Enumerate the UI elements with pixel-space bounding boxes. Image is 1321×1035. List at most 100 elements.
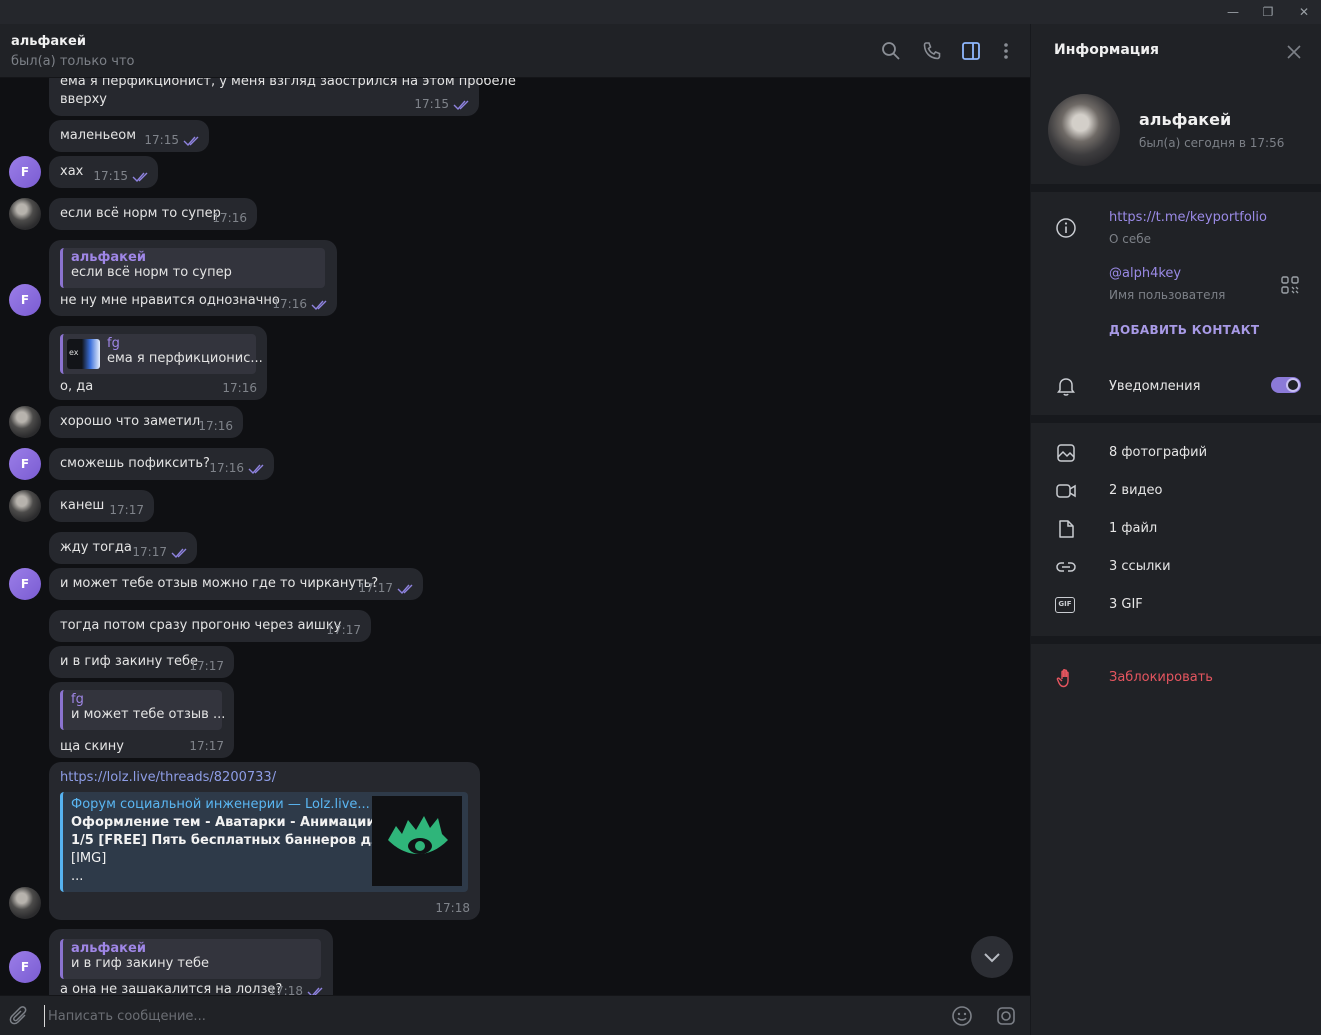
sidebar-toggle-icon[interactable] (960, 40, 982, 62)
message-text: маленьеом (60, 128, 137, 143)
avatar[interactable] (9, 490, 41, 522)
message-bubble[interactable]: https://lolz.live/threads/8200733/ Форум… (49, 762, 480, 920)
profile-avatar[interactable] (1048, 94, 1120, 166)
read-check-icon (171, 548, 187, 559)
divider (1031, 415, 1321, 423)
chat-title[interactable]: альфакей (11, 34, 86, 49)
message-text: а она не зашакалится на лолзе? (60, 982, 283, 995)
message-time: 17:18 (435, 901, 470, 915)
lolz-logo-icon (388, 816, 448, 854)
message-text: сможешь пофиксить? (60, 456, 210, 471)
avatar[interactable]: F (9, 448, 41, 480)
quote-author: альфакей (71, 250, 146, 265)
minimize-button[interactable]: — (1216, 0, 1250, 24)
message-bubble[interactable]: ема я перфикционист, у меня взгляд заост… (49, 78, 516, 116)
quote-text: если всё норм то супер (71, 265, 232, 280)
reply-quote[interactable]: fg и может тебе отзыв ... (60, 690, 225, 730)
message-time: 17:15 (93, 169, 128, 183)
message-text: жду тогда (60, 540, 132, 555)
media-files[interactable]: 1 файл (1109, 521, 1157, 536)
reply-quote[interactable]: альфакей если всё норм то супер (60, 248, 325, 288)
link-icon (1056, 562, 1076, 572)
message-time: 17:17 (189, 659, 224, 673)
close-icon[interactable] (1284, 42, 1304, 62)
message-bubble[interactable]: хорошо что заметил 17:16 (49, 406, 243, 438)
message-bubble[interactable]: сможешь пофиксить? 17:16 (49, 448, 274, 480)
profile-name: альфакей (1139, 110, 1232, 129)
message-time: 17:15 (414, 97, 449, 111)
quote-author: альфакей (71, 941, 146, 956)
qr-code-icon[interactable] (1281, 276, 1299, 294)
paperclip-icon[interactable] (8, 1005, 30, 1027)
message-time: 17:17 (358, 581, 393, 595)
notifications-toggle[interactable] (1271, 377, 1301, 393)
message-time: 17:16 (198, 419, 233, 433)
message-bubble[interactable]: канеш 17:17 (49, 490, 154, 522)
maximize-button[interactable]: ❐ (1251, 0, 1285, 24)
message-input[interactable] (44, 1005, 924, 1027)
message-link[interactable]: https://lolz.live/threads/8200733/ (60, 770, 276, 785)
bio-link[interactable]: https://t.me/keyportfolio (1109, 210, 1267, 225)
video-icon (1056, 484, 1076, 498)
message-list[interactable]: ема я перфикционист, у меня взгляд заост… (0, 78, 1030, 995)
scroll-down-button[interactable] (971, 936, 1013, 978)
message-bubble[interactable]: fg и может тебе отзыв ... ща скину 17:17 (49, 682, 234, 758)
message-time: 17:17 (326, 623, 361, 637)
media-links[interactable]: 3 ссылки (1109, 559, 1171, 574)
quote-text: ема я перфикционис... (107, 351, 263, 366)
hand-block-icon (1056, 669, 1069, 688)
message-text: вверху (60, 92, 107, 107)
message-bubble[interactable]: и может тебе отзыв можно где то чирканут… (49, 568, 423, 600)
more-icon[interactable] (995, 40, 1017, 62)
message-bubble[interactable]: хах 17:15 (49, 156, 158, 188)
message-bubble[interactable]: если всё норм то супер 17:16 (49, 198, 257, 230)
bell-icon (1057, 378, 1075, 396)
emoji-icon[interactable] (951, 1005, 973, 1027)
message-text: ща скину (60, 739, 124, 754)
media-photos[interactable]: 8 фотографий (1109, 445, 1207, 460)
panel-title: Информация (1054, 42, 1159, 58)
camera-icon[interactable] (995, 1005, 1017, 1027)
avatar[interactable]: F (9, 284, 41, 316)
message-composer (0, 995, 1030, 1035)
add-contact-button[interactable]: ДОБАВИТЬ КОНТАКТ (1109, 323, 1259, 337)
search-icon[interactable] (880, 40, 902, 62)
message-bubble[interactable]: жду тогда 17:17 (49, 532, 197, 564)
info-icon (1056, 218, 1076, 238)
block-user-button[interactable]: Заблокировать (1109, 670, 1213, 685)
quote-author: fg (107, 336, 120, 351)
message-bubble[interactable]: и в гиф закину тебе 17:17 (49, 646, 234, 678)
avatar[interactable]: F (9, 568, 41, 600)
quote-text: и в гиф закину тебе (71, 956, 209, 971)
message-bubble[interactable]: тогда потом сразу прогоню через аишку 17… (49, 610, 371, 642)
window-titlebar: — ❐ ✕ (0, 0, 1321, 24)
message-bubble[interactable]: альфакей если всё норм то супер не ну мн… (49, 240, 337, 316)
avatar[interactable] (9, 887, 41, 919)
username-link[interactable]: @alph4key (1109, 266, 1181, 281)
reply-quote[interactable]: ex fg ема я перфикционис... (60, 334, 263, 374)
window-close-button[interactable]: ✕ (1287, 0, 1321, 24)
username-label: Имя пользователя (1109, 288, 1226, 302)
avatar[interactable] (9, 406, 41, 438)
message-text: тогда потом сразу прогоню через аишку (60, 618, 342, 633)
avatar[interactable]: F (9, 156, 41, 188)
quote-thumbnail: ex (67, 339, 100, 369)
avatar[interactable]: F (9, 951, 41, 983)
message-time: 17:17 (189, 739, 224, 753)
read-check-icon (183, 136, 199, 147)
reply-quote[interactable]: альфакей и в гиф закину тебе (60, 939, 321, 979)
message-time: 17:18 (268, 984, 303, 995)
message-bubble[interactable]: альфакей и в гиф закину тебе а она не за… (49, 929, 333, 995)
message-bubble[interactable]: ex fg ема я перфикционис... о, да 17:16 (49, 326, 267, 400)
phone-icon[interactable] (921, 40, 943, 62)
message-bubble[interactable]: маленьеом 17:15 (49, 120, 209, 152)
avatar[interactable] (9, 198, 41, 230)
message-text: о, да (60, 379, 94, 394)
media-videos[interactable]: 2 видео (1109, 483, 1162, 498)
message-text: если всё норм то супер (60, 206, 221, 221)
chat-status: был(а) только что (11, 54, 135, 69)
media-gifs[interactable]: 3 GIF (1109, 597, 1143, 612)
chat-header[interactable]: альфакей был(а) только что (0, 24, 1030, 78)
message-text: хах (60, 164, 84, 179)
link-preview[interactable]: Форум социальной инженерии — Lolz.live..… (60, 792, 468, 892)
